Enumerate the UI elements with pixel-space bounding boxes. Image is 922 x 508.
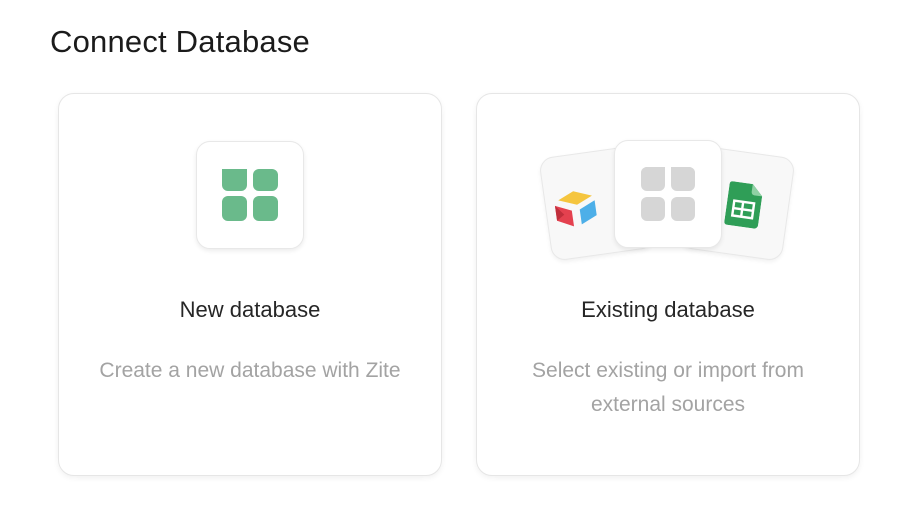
existing-database-title: Existing database xyxy=(581,297,755,322)
existing-database-icon-tile xyxy=(614,140,722,248)
green-table-icon xyxy=(222,169,278,221)
existing-database-card[interactable]: Existing database Select existing or imp… xyxy=(476,93,860,476)
existing-database-description: Select existing or import from external … xyxy=(532,359,804,416)
new-database-description: Create a new database with Zite xyxy=(99,359,401,382)
new-database-title: New database xyxy=(179,297,321,322)
airtable-icon xyxy=(551,185,602,231)
google-sheets-icon xyxy=(724,181,764,229)
gray-table-icon xyxy=(641,167,695,221)
new-database-icon-tile xyxy=(196,141,304,249)
page-title: Connect Database xyxy=(50,24,310,59)
new-database-card[interactable]: New database Create a new database with … xyxy=(58,93,442,476)
connect-database-page: Connect Database New database Create a n… xyxy=(0,0,922,508)
